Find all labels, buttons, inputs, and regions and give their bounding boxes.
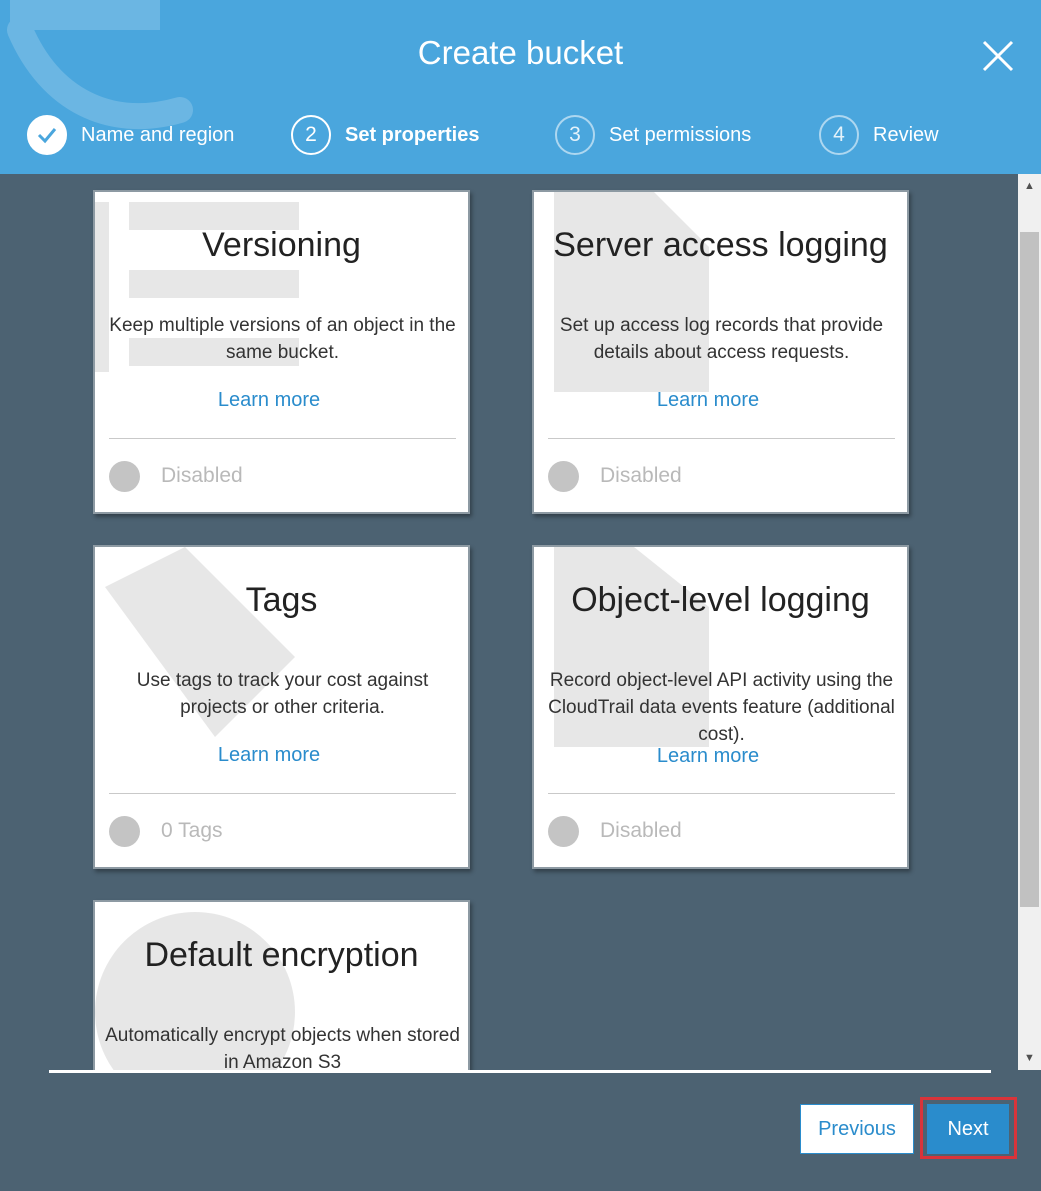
wizard-header: Create bucket Name and region 2 Set prop… <box>0 0 1041 174</box>
status-indicator-icon <box>548 815 579 847</box>
next-button[interactable]: Next <box>927 1104 1009 1154</box>
status-text: Disabled <box>600 819 682 842</box>
divider <box>109 793 456 794</box>
card-description: Use tags to track your cost against proj… <box>136 670 429 718</box>
step-number: 3 <box>555 115 595 155</box>
tags-card[interactable]: Tags Use tags to track your cost against… <box>93 545 470 869</box>
card-description: Automatically encrypt objects when store… <box>105 1025 460 1070</box>
check-circle-icon <box>27 115 67 155</box>
learn-more-link[interactable]: Learn more <box>534 389 907 412</box>
wizard-steps: Name and region 2 Set properties 3 Set p… <box>0 114 1041 156</box>
step-name-and-region[interactable]: Name and region <box>27 114 234 156</box>
step-set-properties[interactable]: 2 Set properties <box>291 114 479 156</box>
versioning-card[interactable]: Versioning Keep multiple versions of an … <box>93 190 470 514</box>
step-label: Name and region <box>81 123 235 146</box>
status-row: Disabled <box>548 815 682 847</box>
status-indicator-icon <box>548 460 579 492</box>
status-row: Disabled <box>109 460 243 492</box>
vertical-scrollbar[interactable]: ▲ ▼ <box>1018 174 1041 1070</box>
step-review[interactable]: 4 Review <box>819 114 939 156</box>
server-access-logging-card[interactable]: Server access logging Set up access log … <box>532 190 909 514</box>
learn-more-link[interactable]: Learn more <box>534 745 907 768</box>
status-text: Disabled <box>161 464 243 487</box>
status-row: Disabled <box>548 460 682 492</box>
step-number: 2 <box>291 115 331 155</box>
step-label: Review <box>873 123 939 146</box>
card-description: Set up access log records that provide d… <box>559 315 884 363</box>
divider <box>109 438 456 439</box>
card-description: Record object-level API activity using t… <box>548 670 895 745</box>
status-text: Disabled <box>600 464 682 487</box>
card-title: Tags <box>245 581 318 619</box>
card-title: Server access logging <box>553 226 888 264</box>
status-row: 0 Tags <box>109 815 223 847</box>
step-set-permissions[interactable]: 3 Set permissions <box>555 114 751 156</box>
step-label: Set properties <box>345 123 480 146</box>
scrollbar-thumb[interactable] <box>1020 232 1039 907</box>
page-title: Create bucket <box>417 34 624 71</box>
status-indicator-icon <box>109 815 140 847</box>
previous-button[interactable]: Previous <box>800 1104 914 1154</box>
properties-panel: Versioning Keep multiple versions of an … <box>0 174 1018 1070</box>
step-number: 4 <box>819 115 859 155</box>
default-encryption-card[interactable]: Default encryption Automatically encrypt… <box>93 900 470 1070</box>
learn-more-link[interactable]: Learn more <box>95 389 468 412</box>
card-title: Versioning <box>202 226 361 264</box>
status-text: 0 Tags <box>161 819 223 842</box>
object-level-logging-card[interactable]: Object-level logging Record object-level… <box>532 545 909 869</box>
learn-more-link[interactable]: Learn more <box>95 744 468 767</box>
scroll-up-arrow-icon[interactable]: ▲ <box>1018 174 1041 198</box>
step-label: Set permissions <box>609 123 752 146</box>
close-icon[interactable] <box>980 38 1016 74</box>
scroll-down-arrow-icon[interactable]: ▼ <box>1018 1046 1041 1070</box>
divider <box>548 438 895 439</box>
card-description: Keep multiple versions of an object in t… <box>109 315 456 363</box>
status-indicator-icon <box>109 460 140 492</box>
divider <box>548 793 895 794</box>
card-title: Default encryption <box>144 936 419 974</box>
card-title: Object-level logging <box>571 581 870 619</box>
footer-divider <box>49 1070 991 1073</box>
